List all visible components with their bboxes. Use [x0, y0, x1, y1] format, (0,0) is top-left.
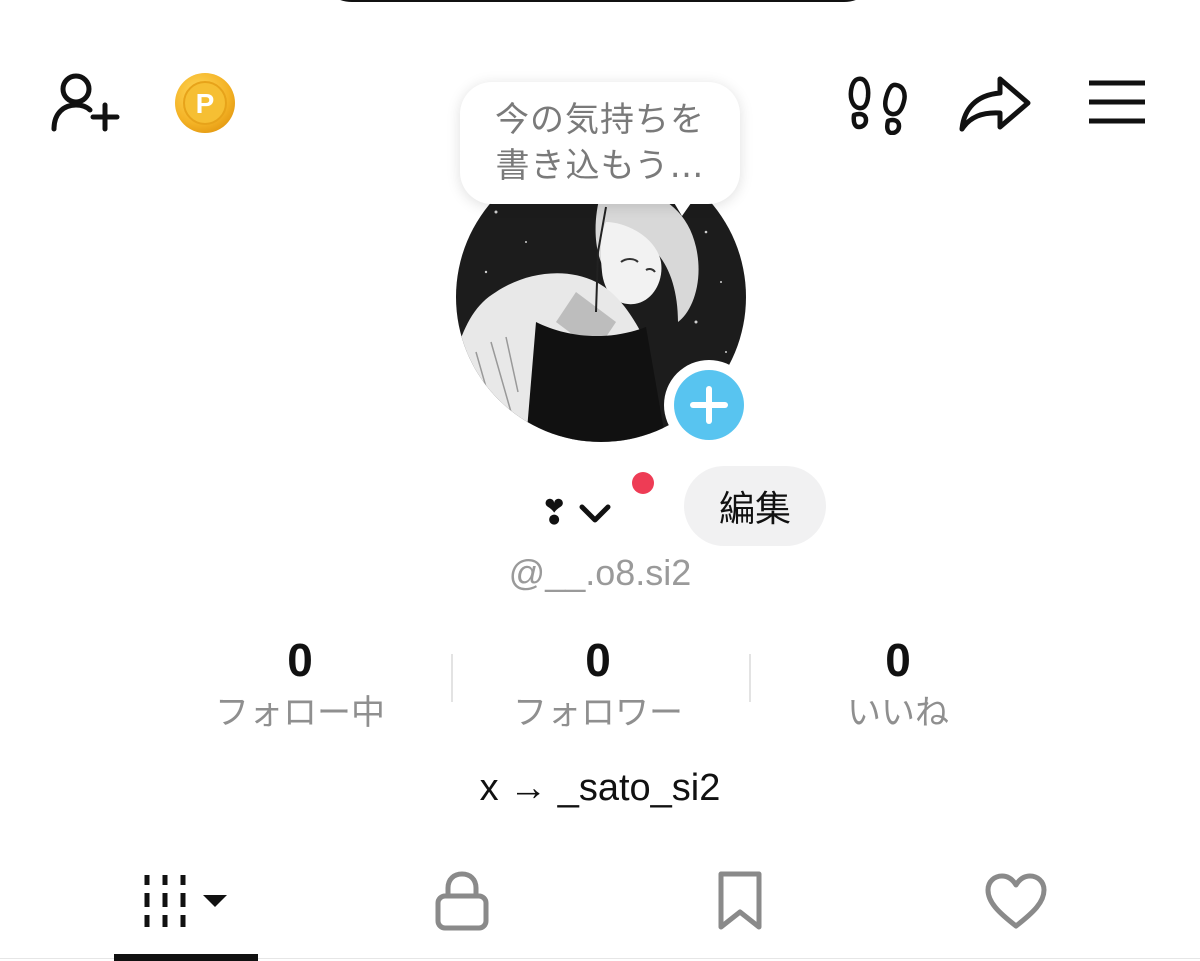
tab-private[interactable] — [412, 856, 512, 946]
lock-icon — [435, 871, 489, 931]
mood-bubble[interactable]: 今の気持ちを 書き込もう… — [460, 82, 740, 204]
profile-bio: x → _sato_si2 — [479, 767, 721, 809]
edit-profile-button[interactable]: 編集 — [684, 466, 826, 546]
coin-letter: P — [196, 88, 215, 119]
tab-liked[interactable] — [966, 856, 1066, 946]
heart-icon — [985, 873, 1047, 929]
stat-divider — [451, 654, 453, 702]
coins-button[interactable]: P — [172, 70, 238, 136]
videos-grid-icon — [144, 875, 227, 927]
stat-likes-count: 0 — [885, 634, 911, 686]
plus-icon — [690, 386, 728, 424]
bookmark-icon — [718, 871, 762, 930]
visitors-button[interactable] — [842, 70, 914, 136]
stat-followers-count: 0 — [585, 634, 611, 686]
person-add-icon — [51, 73, 120, 132]
stat-following[interactable]: 0 フォロー中 — [170, 632, 430, 738]
stat-followers-label: フォロワー — [513, 693, 683, 733]
add-friend-button[interactable] — [44, 66, 124, 140]
stat-following-count: 0 — [287, 634, 313, 686]
add-photo-circle — [674, 370, 744, 440]
footprints-icon — [848, 76, 907, 135]
stat-divider — [749, 654, 751, 702]
tab-videos[interactable] — [114, 856, 258, 946]
top-notch — [318, 0, 878, 2]
profile-page: P 今の気持ちを 書き込もう… ❣ 編集 @__.o8.si2 0 フォロー中 … — [0, 0, 1200, 961]
add-photo-button[interactable] — [664, 360, 754, 450]
stat-following-label: フォロー中 — [215, 693, 385, 733]
display-name: ❣ — [540, 493, 569, 533]
tab-saved[interactable] — [690, 856, 790, 946]
active-tab-indicator — [114, 954, 258, 961]
mood-bubble-text: 今の気持ちを 書き込もう… — [495, 100, 705, 186]
hamburger-menu-icon — [1089, 80, 1145, 124]
notification-dot — [632, 472, 654, 494]
username: @__.o8.si2 — [508, 552, 692, 593]
stat-followers[interactable]: 0 フォロワー — [468, 632, 728, 738]
chevron-down-icon — [579, 504, 610, 523]
stat-likes[interactable]: 0 いいね — [768, 632, 1028, 738]
coin-icon: P — [175, 73, 235, 133]
mood-bubble-tail — [670, 196, 696, 216]
share-button[interactable] — [954, 70, 1036, 136]
stat-likes-label: いいね — [847, 693, 949, 733]
menu-button[interactable] — [1082, 72, 1152, 132]
share-arrow-icon — [959, 76, 1031, 132]
